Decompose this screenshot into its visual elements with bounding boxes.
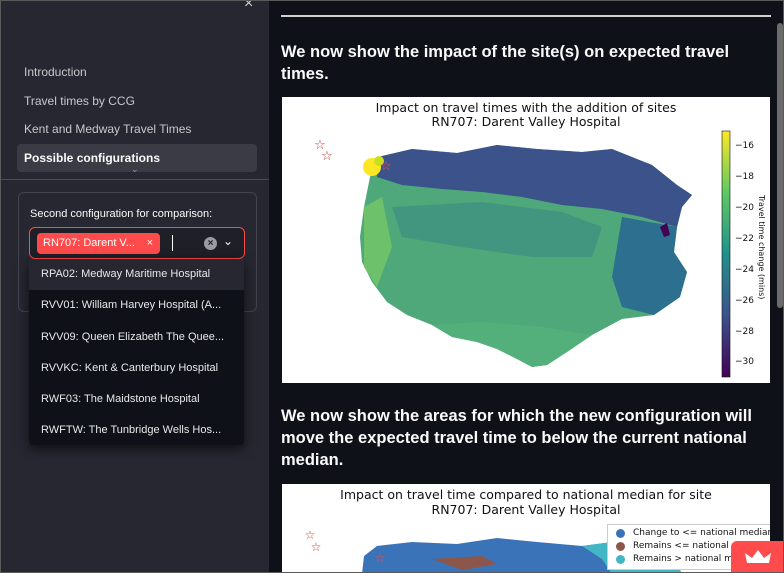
colorbar-tick: −30 — [735, 357, 754, 367]
main-content: We now show the impact of the site(s) on… — [269, 1, 783, 572]
dropdown-option[interactable]: RVVKC: Kent & Canterbury Hospital — [29, 353, 244, 384]
colorbar-tick: −26 — [735, 296, 754, 306]
dropdown-option[interactable]: RVV09: Queen Elizabeth The Quee... — [29, 322, 244, 353]
expand-nav-icon[interactable]: ⌄ — [131, 164, 139, 175]
nav-item-introduction[interactable]: Introduction — [17, 58, 257, 87]
dropdown-option[interactable]: RVV01: William Harvey Hospital (A... — [29, 290, 244, 321]
national-median-map: Impact on travel time compared to nation… — [282, 484, 770, 572]
median-heading: We now show the areas for which the new … — [281, 407, 752, 469]
close-sidebar-icon[interactable]: × — [244, 1, 253, 13]
site-marker-icon: ☆ — [380, 158, 392, 173]
streamlit-badge[interactable] — [731, 541, 783, 572]
legend-item: Change to <= national median — [608, 527, 770, 540]
options-dropdown: RPA02: Medway Maritime Hospital RVV01: W… — [29, 259, 244, 445]
scrollbar[interactable] — [777, 23, 783, 308]
legend-dot — [616, 555, 625, 564]
app-window: × Introduction Travel times by CCG Kent … — [0, 0, 784, 573]
nav-item-kent-medway[interactable]: Kent and Medway Travel Times — [17, 115, 257, 144]
comparison-multiselect[interactable]: RN707: Darent V... × × ⌄ — [29, 227, 245, 259]
east-band — [612, 217, 687, 315]
colorbar — [721, 130, 731, 378]
site-marker-icon: ☆ — [375, 551, 386, 565]
colorbar-tick: −22 — [735, 234, 754, 244]
top-divider — [281, 15, 771, 17]
site-marker-icon: ☆ — [311, 540, 322, 554]
legend-dot — [616, 529, 625, 538]
legend-dot — [616, 542, 625, 551]
dropdown-option[interactable]: RWF03: The Maidstone Hospital — [29, 384, 244, 415]
colorbar-tick: −18 — [735, 172, 754, 182]
clear-icon[interactable]: × — [204, 237, 217, 250]
comparison-label: Second configuration for comparison: — [30, 208, 213, 220]
colorbar-tick: −28 — [735, 327, 754, 337]
site-marker-icon: ☆ — [321, 148, 333, 163]
colorbar-tick: −16 — [735, 141, 754, 151]
impact-heading: We now show the impact of the site(s) on… — [281, 43, 730, 83]
remove-tag-icon[interactable]: × — [147, 233, 153, 254]
sidebar-divider — [1, 179, 269, 180]
map-svg: ☆ ☆ ☆ — [314, 130, 731, 378]
sidebar-nav: Introduction Travel times by CCG Kent an… — [17, 58, 257, 172]
dropdown-option[interactable]: RPA02: Medway Maritime Hospital — [29, 259, 244, 291]
dropdown-option[interactable]: RWFTW: The Tunbridge Wells Hos... — [29, 415, 244, 446]
legend-label: Change to <= national median — [633, 528, 770, 538]
colorbar-tick: −20 — [735, 203, 754, 213]
selected-tag-label: RN707: Darent V... — [43, 237, 135, 249]
selected-tag: RN707: Darent V... × — [37, 233, 160, 254]
colorbar-label: Travel time change (mins) — [757, 195, 766, 300]
travel-time-change-map: Impact on travel times with the addition… — [282, 97, 770, 383]
nav-item-travel-times-by-ccg[interactable]: Travel times by CCG — [17, 87, 257, 116]
colorbar-tick: −24 — [735, 265, 754, 275]
crown-icon — [745, 550, 771, 563]
chevron-down-icon[interactable]: ⌄ — [223, 234, 233, 248]
sidebar: × Introduction Travel times by CCG Kent … — [1, 1, 269, 572]
text-cursor — [172, 235, 173, 251]
